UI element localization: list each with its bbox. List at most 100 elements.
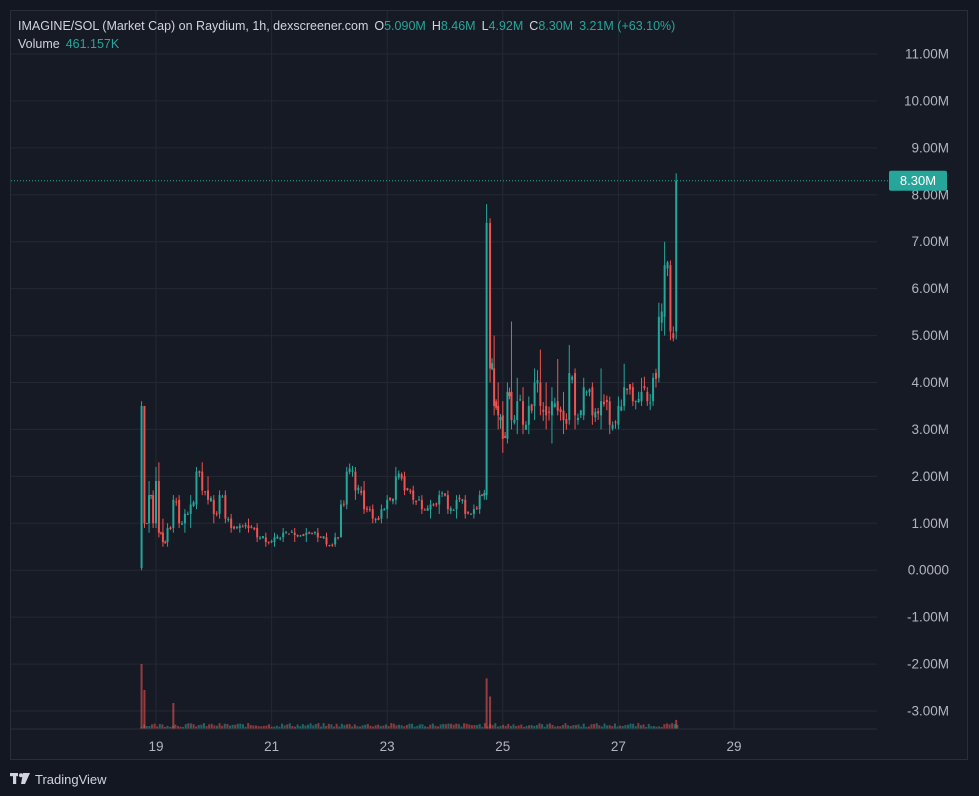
volume-bar: [561, 724, 564, 729]
y-tick-label: 2.00M: [911, 469, 949, 484]
candle-body: [342, 503, 345, 505]
volume-spike: [675, 719, 678, 729]
volume-bar: [236, 723, 239, 729]
volume-bar: [335, 723, 338, 729]
candle-body: [472, 509, 475, 514]
candle-body: [672, 333, 675, 339]
candle-body: [649, 402, 652, 404]
volume-bar: [226, 723, 229, 729]
volume-bar: [538, 723, 541, 729]
brand-name[interactable]: TradingView: [35, 772, 107, 787]
candle-body: [305, 532, 308, 536]
candle-body: [403, 476, 406, 491]
volume-bar: [595, 723, 598, 729]
candle-body: [207, 490, 210, 500]
candle-body: [159, 532, 162, 534]
volume-bar: [228, 725, 231, 729]
candle-body: [506, 391, 509, 439]
x-tick-label: 21: [264, 739, 279, 754]
candle-body: [212, 499, 215, 514]
candle-body: [501, 415, 504, 439]
candle-body: [253, 527, 256, 530]
candle-body: [608, 401, 611, 425]
candle-body: [420, 499, 423, 510]
candle-body: [464, 499, 467, 514]
volume-bar: [304, 725, 307, 729]
candle-body: [446, 495, 449, 510]
close-value: 8.30M: [538, 19, 574, 33]
candle-body: [666, 262, 669, 269]
chart-frame[interactable]: 11.00M 10.00M 9.00M 8.00M 7.00M 6.00M 5.00M 4.0…: [10, 10, 968, 760]
volume-bar: [174, 724, 177, 729]
volume-bar: [465, 723, 468, 729]
candle-body: [374, 519, 377, 521]
candle-body: [643, 386, 646, 389]
candle-body: [423, 509, 426, 511]
candle-body: [400, 474, 403, 479]
candle-body: [172, 499, 175, 528]
candlestick-chart[interactable]: 11.00M10.00M9.00M8.00M7.00M6.00M5.00M4.0…: [11, 11, 969, 761]
volume-bar: [343, 725, 346, 729]
candle-body: [328, 544, 331, 546]
candle-body: [412, 490, 415, 500]
y-tick-label: 6.00M: [911, 281, 949, 296]
candle-body: [394, 476, 397, 500]
volume-bar: [517, 725, 520, 729]
chart-legend: IMAGINE/SOL (Market Cap) on Raydium, 1h,…: [18, 17, 675, 53]
volume-bar: [431, 723, 434, 729]
x-axis: 19 21 23 25 27 29: [11, 728, 877, 754]
volume-bar: [606, 725, 609, 729]
candle-body: [617, 405, 620, 425]
candle-body: [461, 499, 464, 501]
candle-body: [365, 508, 368, 510]
volume-bar: [252, 725, 255, 729]
candle-body: [530, 404, 533, 411]
volume-bar: [494, 723, 497, 729]
volume-bar: [158, 724, 161, 729]
tradingview-logo-icon[interactable]: [10, 773, 30, 785]
candle-body: [628, 384, 631, 390]
volume-bar: [249, 725, 252, 729]
y-tick-label: 4.00M: [911, 375, 949, 390]
candle-body: [519, 399, 522, 401]
candle-body: [238, 525, 241, 528]
x-tick-label: 19: [148, 739, 163, 754]
volume-bar: [457, 724, 460, 729]
y-tick-label: 3.00M: [911, 422, 949, 437]
candle-body: [169, 527, 172, 529]
candle-body: [345, 471, 348, 505]
candle-body: [480, 494, 483, 496]
candle-body: [458, 497, 461, 500]
volume-bar: [353, 724, 356, 729]
volume-spike: [485, 678, 488, 729]
volume-bar: [551, 724, 554, 729]
volume-bar: [208, 724, 211, 729]
volume-bar: [582, 723, 585, 729]
candle-body: [522, 401, 525, 425]
candle-body: [441, 492, 444, 494]
volume-bar: [577, 724, 580, 729]
volume-spike: [489, 696, 492, 729]
candle-body: [302, 534, 305, 537]
candle-body: [391, 499, 394, 502]
candle-body: [389, 497, 392, 500]
volume-bar: [330, 724, 333, 729]
candle-body: [241, 526, 244, 528]
candle-body: [491, 363, 494, 370]
candle-body: [600, 401, 603, 416]
candle-body: [383, 509, 386, 511]
candle-body: [201, 471, 204, 491]
candle-body: [568, 373, 571, 421]
candle-body: [449, 508, 452, 511]
candle-body: [247, 525, 250, 528]
candle-body: [510, 391, 513, 421]
volume-bar: [382, 725, 385, 729]
candle-body: [623, 387, 626, 406]
volume-bar: [450, 723, 453, 729]
volume-bar: [317, 723, 320, 729]
candle-body: [224, 495, 227, 519]
candle-body: [209, 497, 212, 502]
volume-bar: [346, 724, 349, 729]
volume-bar: [223, 723, 226, 729]
volume-bar: [405, 724, 408, 729]
